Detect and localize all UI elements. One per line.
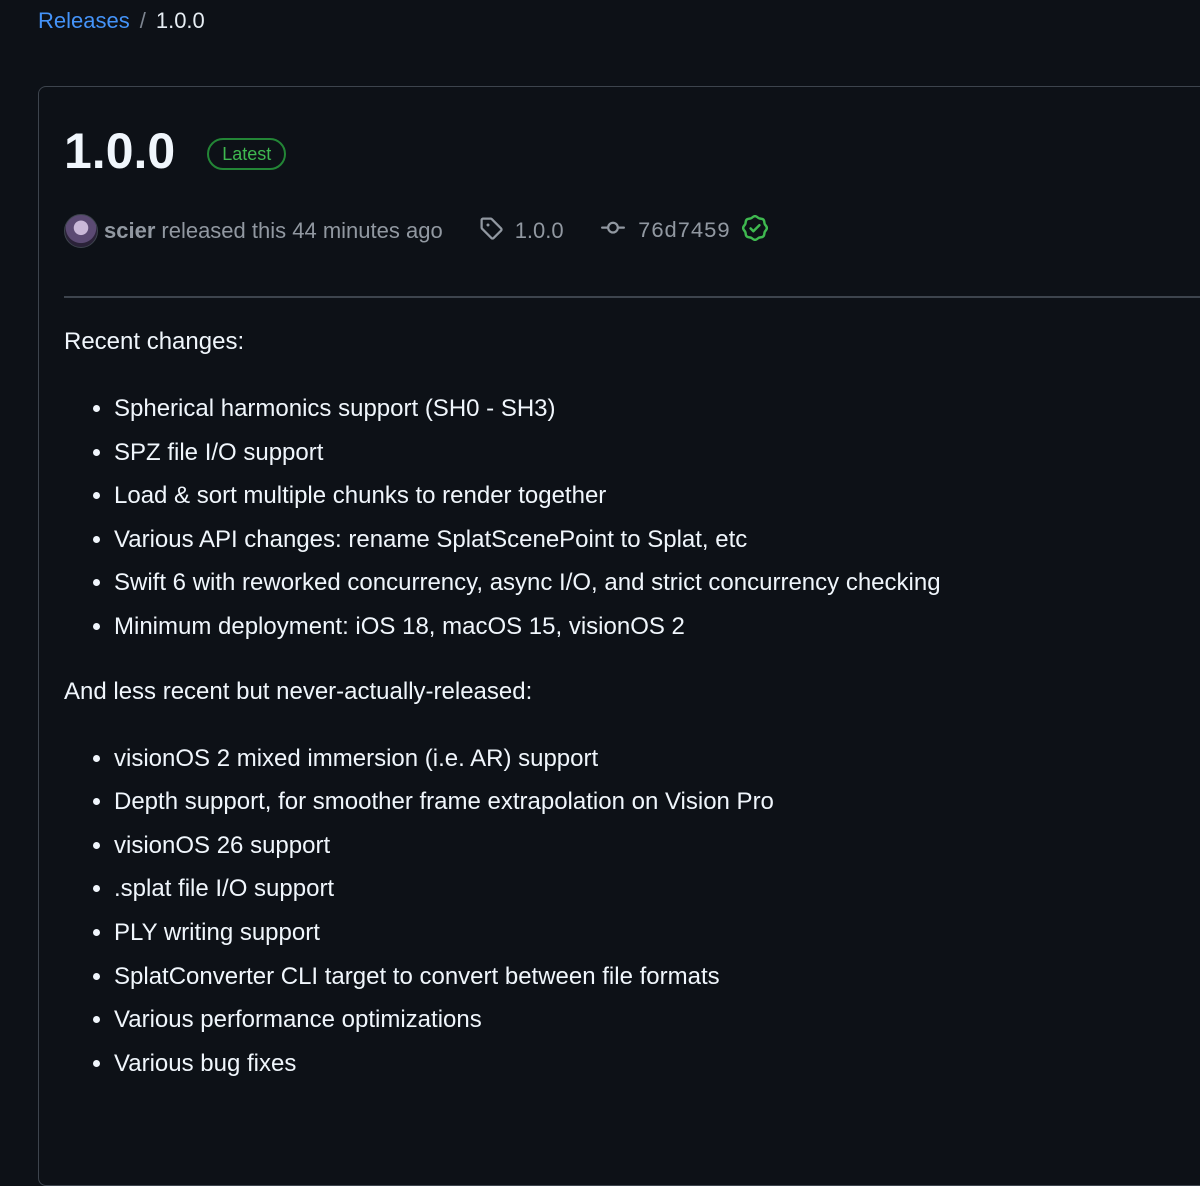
list-item: Depth support, for smoother frame extrap…	[114, 780, 1194, 824]
release-notes: Recent changes: Spherical harmonics supp…	[64, 325, 1194, 1111]
commit-link[interactable]: 76d7459	[600, 216, 730, 246]
list-item: Load & sort multiple chunks to render to…	[114, 474, 1194, 518]
breadcrumb-releases-link[interactable]: Releases	[38, 7, 130, 35]
recent-changes-list: Spherical harmonics support (SH0 - SH3) …	[64, 387, 1194, 649]
latest-badge: Latest	[207, 138, 287, 170]
section-heading-recent: Recent changes:	[64, 328, 245, 355]
breadcrumb-separator: /	[139, 8, 146, 33]
list-item: Spherical harmonics support (SH0 - SH3)	[114, 387, 1194, 431]
list-item: .splat file I/O support	[114, 867, 1194, 911]
author-link[interactable]: scier	[104, 218, 155, 244]
breadcrumb-current: 1.0.0	[155, 8, 205, 33]
list-item: Minimum deployment: iOS 18, macOS 15, vi…	[114, 605, 1194, 649]
commit-sha: 76d7459	[637, 218, 731, 244]
list-item: Swift 6 with reworked concurrency, async…	[114, 561, 1194, 605]
list-item: PLY writing support	[114, 911, 1194, 955]
verified-check-icon[interactable]	[742, 215, 769, 247]
list-item: visionOS 26 support	[114, 824, 1194, 868]
breadcrumb: Releases / 1.0.0	[38, 7, 205, 35]
tag-icon	[479, 216, 503, 246]
list-item: Various API changes: rename SplatScenePo…	[114, 518, 1194, 562]
release-title: 1.0.0	[64, 123, 176, 179]
list-item: Various performance optimizations	[114, 998, 1194, 1042]
release-meta: scier released this 44 minutes ago 1.0.0…	[64, 213, 769, 249]
list-item: SPZ file I/O support	[114, 431, 1194, 475]
tag-link[interactable]: 1.0.0	[479, 216, 564, 246]
list-item: Various bug fixes	[114, 1042, 1194, 1086]
header-divider	[64, 296, 1200, 298]
release-header: 1.0.0 Latest	[64, 120, 287, 182]
list-item: visionOS 2 mixed immersion (i.e. AR) sup…	[114, 737, 1194, 781]
author-avatar[interactable]	[64, 214, 98, 248]
git-commit-icon	[600, 216, 626, 246]
less-recent-changes-list: visionOS 2 mixed immersion (i.e. AR) sup…	[64, 737, 1194, 1086]
list-item: SplatConverter CLI target to convert bet…	[114, 955, 1194, 999]
released-time-text: released this 44 minutes ago	[161, 218, 443, 243]
section-heading-less-recent: And less recent but never-actually-relea…	[64, 677, 533, 705]
tag-name: 1.0.0	[514, 218, 564, 243]
